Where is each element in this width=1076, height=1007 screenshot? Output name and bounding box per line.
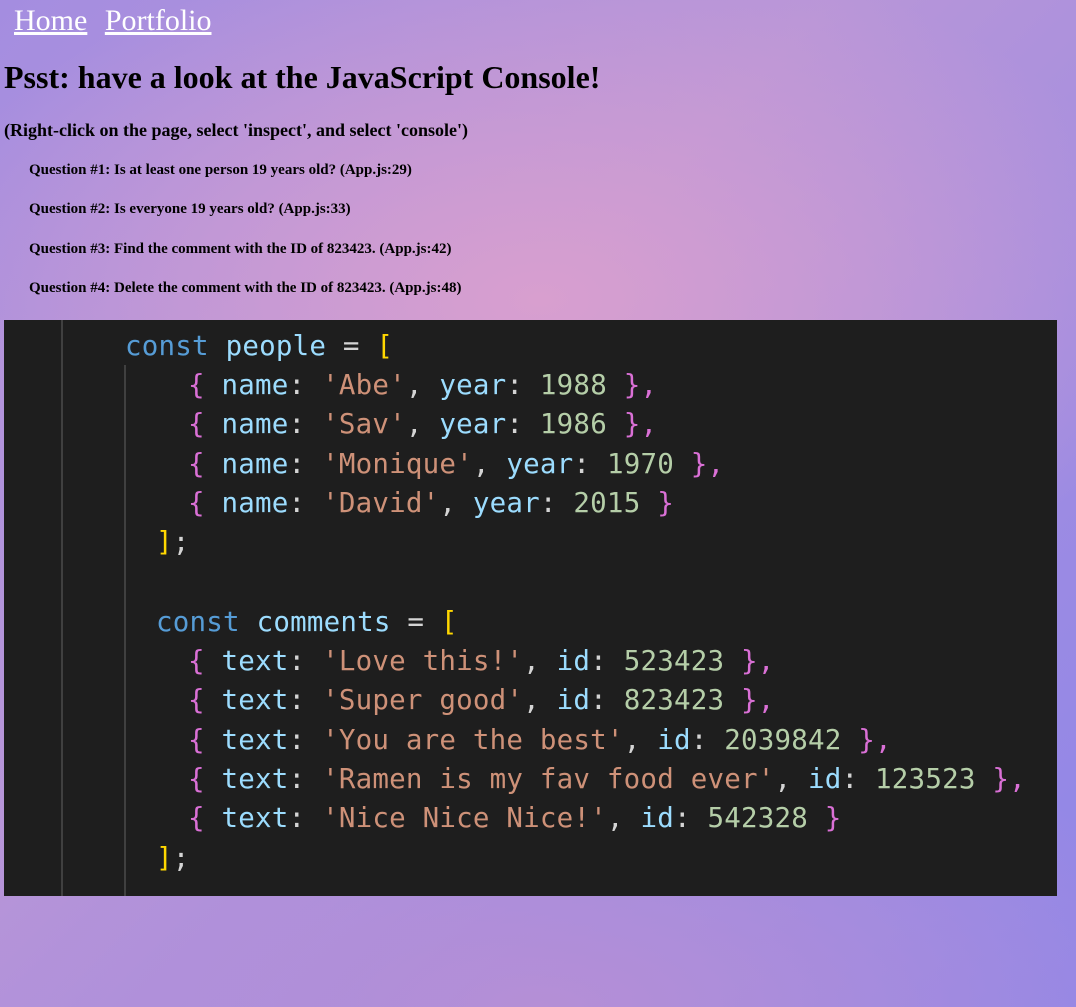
code-line-comment: { text: 'Super good', id: 823423 }, xyxy=(188,684,775,716)
code-variable: people xyxy=(225,330,327,362)
question-1: Question #1: Is at least one person 19 y… xyxy=(29,162,412,178)
code-line-comment: { text: 'Ramen is my fav food ever', id:… xyxy=(188,763,1026,795)
nav-link-home[interactable]: Home xyxy=(14,4,87,37)
code-line-person: { name: 'Sav', year: 1986 }, xyxy=(188,408,658,440)
code-line-person: { name: 'Monique', year: 1970 }, xyxy=(188,448,725,480)
code-screenshot: const people = [ { name: 'Abe', year: 19… xyxy=(4,320,1057,896)
code-keyword: const xyxy=(156,606,240,638)
code-line-comments-decl: const comments = [ xyxy=(156,606,458,638)
code-line-people-decl: const people = [ xyxy=(125,330,394,362)
code-line-comment: { text: 'Love this!', id: 523423 }, xyxy=(188,645,775,677)
code-line-close: ]; xyxy=(156,526,190,558)
code-line-person: { name: 'Abe', year: 1988 }, xyxy=(188,369,658,401)
indent-guide xyxy=(124,365,126,896)
code-keyword: const xyxy=(125,330,209,362)
indent-guide xyxy=(61,320,63,896)
code-line-comment: { text: 'Nice Nice Nice!', id: 542328 } xyxy=(188,802,842,834)
code-line-comment: { text: 'You are the best', id: 2039842 … xyxy=(188,724,892,756)
page-title: Psst: have a look at the JavaScript Cons… xyxy=(4,59,601,95)
code-line-person: { name: 'David', year: 2015 } xyxy=(188,487,674,519)
top-nav: Home Portfolio xyxy=(14,4,222,38)
code-line-close: ]; xyxy=(156,842,190,874)
question-2: Question #2: Is everyone 19 years old? (… xyxy=(29,201,351,217)
question-3: Question #3: Find the comment with the I… xyxy=(29,241,452,257)
nav-link-portfolio[interactable]: Portfolio xyxy=(105,4,212,37)
question-4: Question #4: Delete the comment with the… xyxy=(29,280,462,296)
code-variable: comments xyxy=(256,606,391,638)
page-subtitle: (Right-click on the page, select 'inspec… xyxy=(4,120,468,140)
